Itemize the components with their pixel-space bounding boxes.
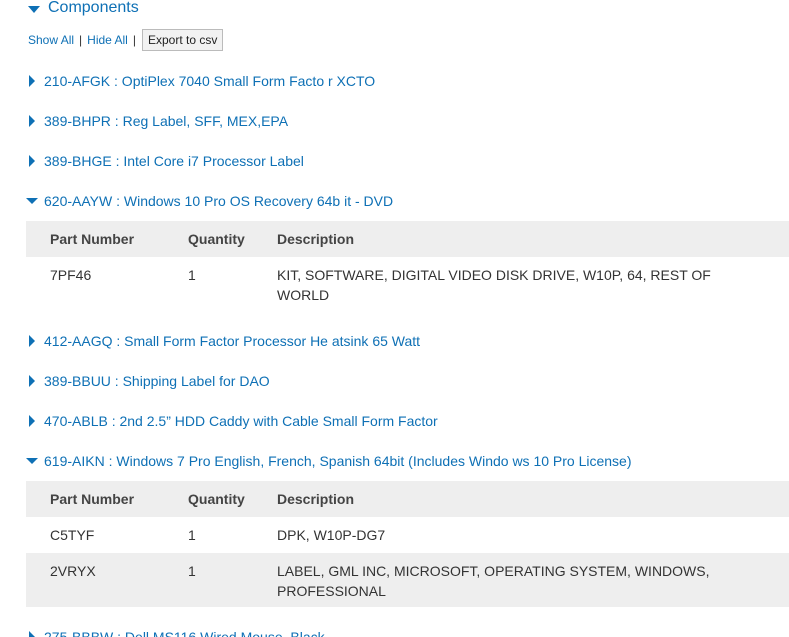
component-item[interactable]: 389-BHPR : Reg Label, SFF, MEX,EPA: [26, 101, 789, 141]
parts-table-header: Part Number Quantity Description: [26, 481, 789, 517]
component-item-label[interactable]: 620-AAYW : Windows 10 Pro OS Recovery 64…: [44, 193, 393, 209]
quantity-cell: 1: [188, 267, 196, 283]
description-cell: KIT, SOFTWARE, DIGITAL VIDEO DISK DRIVE,…: [277, 267, 711, 303]
description-cell: LABEL, GML INC, MICROSOFT, OPERATING SYS…: [277, 563, 710, 599]
component-item-label[interactable]: 275-BBBW : Dell MS116 Wired Mouse, Black: [44, 629, 325, 637]
caret-right-icon[interactable]: [29, 115, 35, 127]
table-row: 2VRYX 1 LABEL, GML INC, MICROSOFT, OPERATI…: [26, 553, 789, 607]
table-spacer: [26, 609, 789, 617]
parts-table: Part Number Quantity Description C5TYF 1 DPK,…: [26, 481, 789, 607]
component-item[interactable]: 412-AAGQ : Small Form Factor Processor H…: [26, 321, 789, 361]
column-header-quantity: Quantity: [188, 491, 245, 507]
column-header-quantity: Quantity: [188, 231, 245, 247]
component-item[interactable]: 389-BHGE : Intel Core i7 Processor Label: [26, 141, 789, 181]
part-number-cell: 2VRYX: [50, 563, 96, 579]
component-item-label[interactable]: 389-BHPR : Reg Label, SFF, MEX,EPA: [44, 113, 288, 129]
parts-table-header: Part Number Quantity Description: [26, 221, 789, 257]
component-item[interactable]: 210-AFGK : OptiPlex 7040 Small Form Fact…: [26, 61, 789, 101]
part-number-cell: C5TYF: [50, 527, 95, 543]
column-header-part-number: Part Number: [50, 491, 135, 507]
column-header-part-number: Part Number: [50, 231, 135, 247]
caret-down-icon[interactable]: [28, 5, 40, 13]
component-list: 210-AFGK : OptiPlex 7040 Small Form Fact…: [26, 61, 789, 637]
components-section-header[interactable]: Components: [28, 0, 139, 19]
toolbar-separator: |: [79, 33, 83, 47]
component-item-label[interactable]: 619-AIKN : Windows 7 Pro English, French…: [44, 453, 632, 469]
toolbar-separator: |: [132, 33, 136, 47]
caret-right-icon[interactable]: [29, 155, 35, 167]
column-header-description: Description: [277, 491, 355, 507]
component-item-label[interactable]: 389-BHGE : Intel Core i7 Processor Label: [44, 153, 304, 169]
component-item-label[interactable]: 389-BBUU : Shipping Label for DAO: [44, 373, 270, 389]
part-number-cell: 7PF46: [50, 267, 92, 283]
quantity-cell: 1: [188, 527, 196, 543]
components-toolbar: Show All | Hide All | Export to csv: [28, 28, 224, 52]
description-cell: DPK, W10P-DG7: [277, 527, 386, 543]
caret-right-icon[interactable]: [29, 375, 35, 387]
component-item[interactable]: 620-AAYW : Windows 10 Pro OS Recovery 64…: [26, 181, 789, 221]
components-page: Components Show All | Hide All | Export …: [0, 0, 789, 637]
caret-right-icon[interactable]: [29, 335, 35, 347]
caret-down-icon[interactable]: [26, 458, 38, 464]
caret-right-icon[interactable]: [29, 75, 35, 87]
component-item[interactable]: 470-ABLB : 2nd 2.5” HDD Caddy with Cable…: [26, 401, 789, 441]
component-item-label[interactable]: 470-ABLB : 2nd 2.5” HDD Caddy with Cable…: [44, 413, 438, 429]
export-to-csv-button[interactable]: Export to csv: [141, 29, 224, 51]
component-item[interactable]: 619-AIKN : Windows 7 Pro English, French…: [26, 441, 789, 481]
component-item[interactable]: 389-BBUU : Shipping Label for DAO: [26, 361, 789, 401]
section-title[interactable]: Components: [48, 0, 139, 17]
quantity-cell: 1: [188, 563, 196, 579]
parts-table: Part Number Quantity Description 7PF46 1 KIT,…: [26, 221, 789, 311]
component-item[interactable]: 275-BBBW : Dell MS116 Wired Mouse, Black: [26, 617, 789, 637]
component-item-label[interactable]: 412-AAGQ : Small Form Factor Processor H…: [44, 333, 420, 349]
column-header-description: Description: [277, 231, 355, 247]
table-row: 7PF46 1 KIT, SOFTWARE, DIGITAL VIDEO DISK …: [26, 257, 789, 311]
caret-down-icon[interactable]: [26, 198, 38, 204]
table-row: C5TYF 1 DPK, W10P-DG7: [26, 517, 789, 553]
caret-right-icon[interactable]: [29, 415, 35, 427]
hide-all-link[interactable]: Hide All: [87, 33, 128, 47]
show-all-link[interactable]: Show All: [28, 33, 74, 47]
table-spacer: [26, 313, 789, 321]
caret-right-icon[interactable]: [29, 631, 35, 637]
component-item-label[interactable]: 210-AFGK : OptiPlex 7040 Small Form Fact…: [44, 73, 375, 89]
